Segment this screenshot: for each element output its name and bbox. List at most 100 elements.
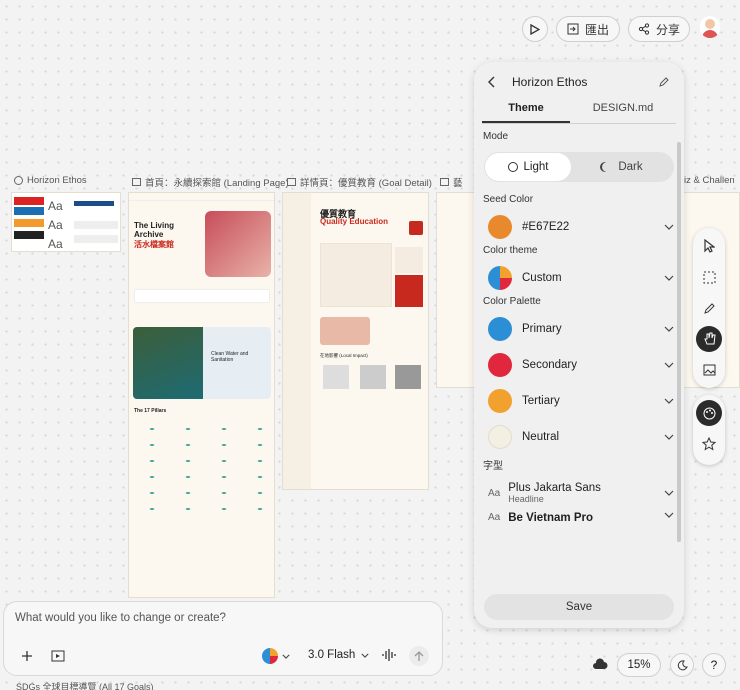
- panel-title: Horizon Ethos: [512, 75, 588, 89]
- design-system-frame[interactable]: Aa Aa Aa: [11, 192, 121, 252]
- share-icon: [638, 23, 650, 35]
- sun-icon: [507, 162, 518, 172]
- chevron-down-icon: [664, 362, 674, 368]
- custom-theme-icon: [262, 648, 278, 664]
- canvas-toolbar: [693, 228, 725, 388]
- chevron-down-icon: [664, 512, 674, 518]
- seed-color-select[interactable]: #E67E22: [474, 209, 684, 245]
- add-icon[interactable]: [21, 650, 33, 662]
- landing-page-frame[interactable]: The Living Archive 活水檔案館 Clean Water and…: [128, 192, 275, 598]
- share-label: 分享: [655, 22, 680, 37]
- detail-title-en: Quality Education: [320, 217, 389, 226]
- pencil-icon: [703, 302, 715, 314]
- dark-mode-toggle[interactable]: [670, 653, 694, 677]
- body-font-select[interactable]: Aa Be Vietnam Pro: [474, 512, 684, 542]
- palette-label: Primary: [522, 323, 562, 335]
- arrow-up-icon: [414, 650, 424, 661]
- palette-swatch: [488, 353, 512, 377]
- select-tool[interactable]: [696, 233, 722, 259]
- tab-theme[interactable]: Theme: [482, 102, 570, 123]
- chevron-down-icon: [664, 326, 674, 332]
- font-label: 字型: [483, 461, 503, 472]
- theme-tool[interactable]: [696, 400, 722, 426]
- custom-theme-icon: [488, 266, 512, 290]
- prompt-input[interactable]: What would you like to change or create?: [15, 612, 226, 624]
- page-icon: [132, 178, 141, 186]
- palette-swatch: [488, 317, 512, 341]
- palette-swatch: [488, 425, 512, 449]
- palette-swatch: [488, 389, 512, 413]
- theme-picker[interactable]: [262, 648, 290, 664]
- frame-label-landing[interactable]: 首頁：永續探索館 (Landing Page): [132, 175, 289, 189]
- chevron-down-icon: [664, 224, 674, 230]
- palette-tertiary-select[interactable]: Tertiary: [474, 383, 684, 419]
- palette-secondary-select[interactable]: Secondary: [474, 347, 684, 383]
- voice-icon[interactable]: [381, 648, 397, 662]
- tab-design-md[interactable]: DESIGN.md: [570, 102, 676, 123]
- seed-color-swatch: [488, 215, 512, 239]
- page-icon: [287, 178, 296, 186]
- play-icon: [530, 23, 540, 35]
- palette-label: Tertiary: [522, 395, 560, 407]
- back-icon[interactable]: [488, 76, 496, 88]
- mode-label: Mode: [483, 131, 509, 142]
- landing-hero-caption: Clean Water and Sanitation: [211, 351, 249, 363]
- palette-neutral-select[interactable]: Neutral: [474, 419, 684, 455]
- chevron-down-icon: [664, 398, 674, 404]
- frame-label-fifth[interactable]: iz & Challen: [684, 175, 735, 186]
- chevron-down-icon: [664, 434, 674, 440]
- chevron-down-icon: [664, 490, 674, 496]
- mode-toggle: Light Dark: [484, 152, 674, 182]
- hand-icon: [703, 332, 716, 345]
- palette-primary-select[interactable]: Primary: [474, 311, 684, 347]
- zoom-level[interactable]: 15%: [617, 653, 661, 677]
- share-button[interactable]: 分享: [628, 16, 690, 42]
- attach-screen-icon[interactable]: [51, 650, 65, 662]
- image-icon: [703, 364, 715, 376]
- color-palette-label: Color Palette: [483, 296, 541, 307]
- color-theme-label: Color theme: [483, 245, 538, 256]
- moon-icon: [602, 162, 612, 172]
- export-label: 匯出: [584, 22, 609, 37]
- marquee-tool[interactable]: [696, 264, 722, 290]
- font-icon: Aa: [488, 487, 501, 499]
- light-mode-button[interactable]: Light: [485, 153, 571, 181]
- headline-font-select[interactable]: Aa Plus Jakarta Sans Headline: [474, 474, 684, 512]
- seed-color-label: Seed Color: [483, 194, 534, 205]
- palette-icon: [14, 176, 23, 185]
- bottom-frame-label[interactable]: SDGs 全球目標導覽 (All 17 Goals): [16, 680, 154, 690]
- image-tool[interactable]: [696, 357, 722, 383]
- pillars-heading: The 17 Pillars: [134, 408, 167, 414]
- favorite-tool[interactable]: [696, 431, 722, 457]
- frame-label-fourth[interactable]: 藝: [440, 175, 463, 189]
- model-selector[interactable]: 3.0 Flash: [308, 649, 369, 661]
- play-button[interactable]: [522, 16, 548, 42]
- canvas-toolbar-secondary: [693, 395, 725, 465]
- detail-section: 在地影響 (Local Impact): [320, 353, 368, 358]
- chevron-down-icon: [282, 654, 290, 659]
- dark-mode-button[interactable]: Dark: [571, 161, 674, 173]
- help-button[interactable]: ?: [702, 653, 726, 677]
- hand-tool[interactable]: [696, 326, 722, 352]
- prompt-box: What would you like to change or create?…: [3, 601, 443, 676]
- font-icon: Aa: [488, 512, 501, 523]
- export-button[interactable]: 匯出: [556, 16, 620, 42]
- panel-scrollbar[interactable]: [677, 142, 681, 542]
- theme-panel: Horizon Ethos Theme DESIGN.md Mode Light…: [474, 62, 684, 628]
- chevron-down-icon: [664, 275, 674, 281]
- frame-label-design-system[interactable]: Horizon Ethos: [14, 175, 87, 186]
- frame-label-detail[interactable]: 詳情頁：優質教育 (Goal Detail): [287, 175, 432, 189]
- edit-icon[interactable]: [658, 76, 670, 88]
- palette-icon: [703, 407, 715, 419]
- color-theme-select[interactable]: Custom: [474, 260, 684, 296]
- avatar[interactable]: [700, 16, 720, 38]
- send-button[interactable]: [409, 646, 429, 666]
- cursor-icon: [704, 239, 715, 253]
- landing-title: The Living Archive: [134, 221, 174, 239]
- save-button[interactable]: Save: [484, 594, 674, 620]
- export-icon: [567, 23, 579, 35]
- palette-label: Neutral: [522, 431, 560, 443]
- draw-tool[interactable]: [696, 295, 722, 321]
- detail-page-frame[interactable]: 優質教育 Quality Education 在地影響 (Local Impac…: [282, 192, 429, 490]
- moon-icon: [677, 659, 688, 670]
